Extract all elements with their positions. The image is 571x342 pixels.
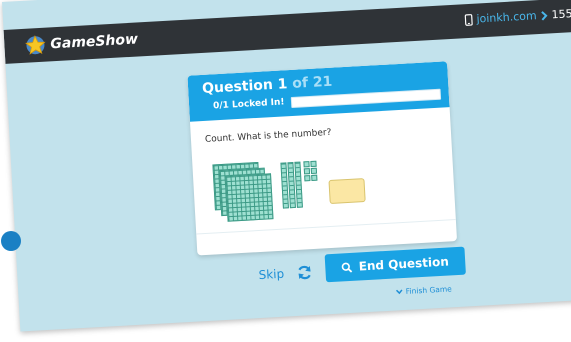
question-card: Question 1 of 21 0/1 Locked In! Count. W… [187,61,458,256]
one-unit [303,161,310,168]
locked-in-status: 0/1 Locked In! [212,97,285,112]
question-header: Question 1 of 21 0/1 Locked In! [187,61,450,122]
join-info: joinkh.com 155 [464,7,571,26]
answer-box[interactable] [328,178,366,205]
chevron-right-icon [541,10,548,21]
hotspot-dot[interactable] [1,231,21,251]
finish-game-link[interactable]: Finish Game [395,284,453,296]
chevron-down-icon [395,289,403,295]
top-bar: GameShow joinkh.com 155 [3,0,571,64]
question-title: Question 1 of 21 [202,74,333,97]
phone-icon [464,13,473,26]
gameshow-screen: GameShow joinkh.com 155 Question 1 of 21… [2,0,571,332]
ten-rod [294,161,303,208]
question-prompt: Count. What is the number? [204,127,332,145]
join-url[interactable]: joinkh.com [476,9,537,25]
search-icon [342,262,353,273]
refresh-icon[interactable] [296,264,313,281]
star-logo-icon [25,35,46,55]
question-number: Question 1 [201,76,288,97]
one-unit [303,168,311,175]
hundred-flat [225,173,274,222]
end-question-label: End Question [358,254,450,274]
brand[interactable]: GameShow [24,28,139,56]
end-question-button[interactable]: End Question [324,246,466,283]
question-total: of 21 [291,73,333,92]
one-unit [310,160,317,168]
locked-in-progress-bar [290,88,442,109]
brand-name: GameShow [49,31,139,53]
join-code: 155 [551,7,571,22]
card-divider [196,219,456,235]
one-unit [304,175,311,182]
one-unit [311,174,318,182]
skip-button[interactable]: Skip [258,267,284,282]
one-unit [310,167,318,175]
finish-game-label: Finish Game [405,284,453,296]
